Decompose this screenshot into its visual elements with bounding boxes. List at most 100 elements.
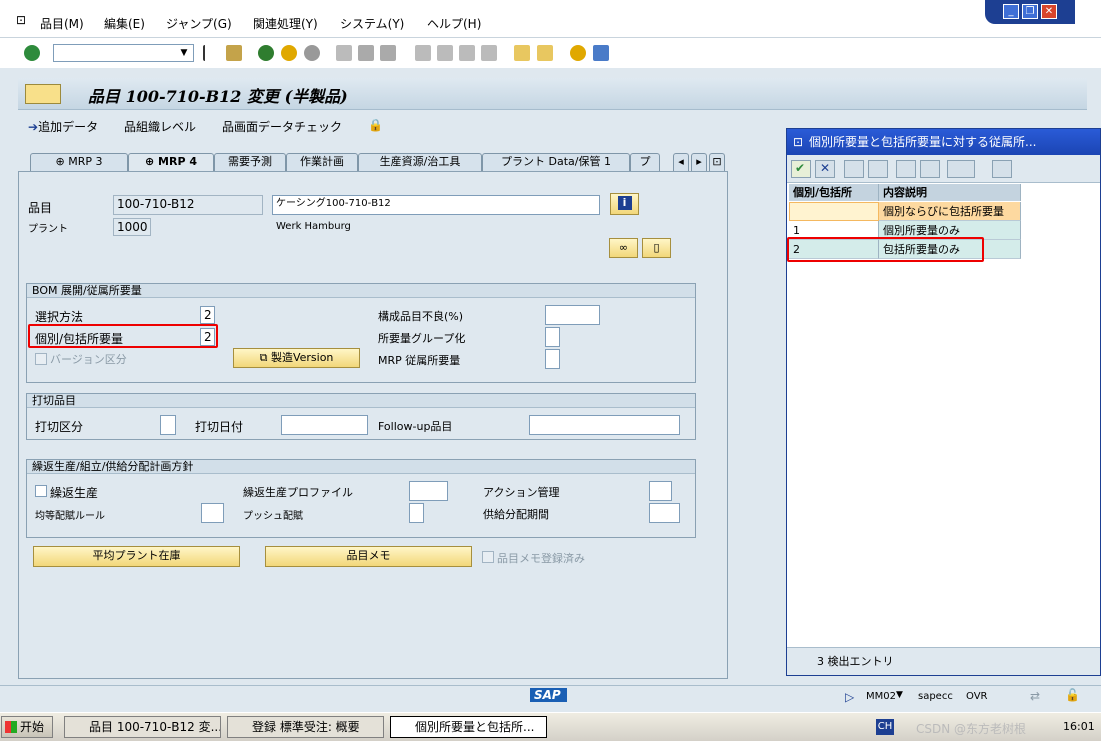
menu-material[interactable]: 品目(M) bbox=[40, 15, 84, 32]
command-field[interactable]: ▼ bbox=[53, 44, 194, 62]
tab-prt[interactable]: 生産資源/治工具 bbox=[358, 153, 482, 171]
additional-data-button[interactable]: ➔追加データ bbox=[28, 118, 98, 135]
window-icon[interactable]: ⊡ bbox=[16, 13, 26, 27]
repetitive-group-title: 繰返生産/組立/供給分配計画方針 bbox=[27, 460, 695, 474]
material-memo-button[interactable]: 品目メモ bbox=[265, 546, 472, 567]
selection-method-field[interactable]: 2 bbox=[200, 306, 215, 324]
memo-exists-label: 品目メモ登録済み bbox=[497, 552, 585, 565]
fair-share-field[interactable] bbox=[201, 503, 224, 523]
menu-system[interactable]: システム(Y) bbox=[340, 15, 404, 32]
push-distribution-label: プッシュ配賦 bbox=[243, 511, 303, 522]
highlight-box bbox=[787, 237, 984, 262]
taskbar-item-popup[interactable]: 個別所要量と包括所... bbox=[390, 716, 547, 738]
repetitive-checkbox[interactable] bbox=[35, 485, 47, 497]
tab-list-icon[interactable]: ⊡ bbox=[709, 153, 725, 171]
clock: 16:01 bbox=[1063, 720, 1095, 733]
requirements-group-field[interactable] bbox=[545, 327, 560, 347]
layout-icon[interactable] bbox=[593, 45, 609, 61]
print-icon[interactable] bbox=[336, 45, 352, 61]
menu-help[interactable]: ヘルプ(H) bbox=[427, 15, 481, 32]
version-checkbox[interactable] bbox=[35, 353, 47, 365]
language-indicator[interactable]: CH bbox=[876, 719, 894, 735]
status-bar: SAP ▷ MM02 ▼ sapecc OVR ⇄ 🔓 bbox=[0, 685, 1101, 709]
memo-exists-checkbox bbox=[482, 551, 494, 563]
previous-page-icon[interactable] bbox=[437, 45, 453, 61]
tab-scroll-right-icon[interactable]: ▸ bbox=[691, 153, 707, 171]
tab-plant-data[interactable]: プラント Data/保管 1 bbox=[482, 153, 630, 171]
tab-mrp4[interactable]: ⊕ MRP 4 bbox=[128, 153, 214, 171]
help-icon[interactable] bbox=[920, 160, 940, 178]
push-distribution-field[interactable] bbox=[409, 503, 424, 523]
cancel-icon[interactable]: ✕ bbox=[815, 160, 835, 178]
column-header-key[interactable]: 個別/包括所 bbox=[789, 184, 879, 201]
back-arrow-icon[interactable] bbox=[203, 45, 213, 61]
find-icon[interactable] bbox=[844, 160, 864, 178]
restore-button[interactable]: ❐ bbox=[1022, 4, 1038, 19]
help-icon[interactable] bbox=[570, 45, 586, 61]
screen-title-bar: 品目 100-710-B12 変更 (半製品) bbox=[18, 78, 1087, 110]
lock-icon[interactable]: 🔒 bbox=[368, 118, 383, 132]
tab-icon: ⊕ bbox=[55, 155, 69, 168]
document-button[interactable]: ▯ bbox=[642, 238, 671, 258]
last-page-icon[interactable] bbox=[481, 45, 497, 61]
personalize-icon[interactable] bbox=[992, 160, 1012, 178]
rem-profile-field[interactable] bbox=[409, 481, 448, 501]
tab-mrp3[interactable]: ⊕ MRP 3 bbox=[30, 153, 128, 171]
info-button[interactable]: i bbox=[610, 193, 639, 215]
tab-forecast[interactable]: 需要予測 bbox=[214, 153, 286, 171]
transaction-code: MM02 bbox=[866, 691, 896, 702]
chevron-down-icon[interactable]: ▼ bbox=[177, 46, 191, 60]
deployment-horizon-field[interactable] bbox=[649, 503, 680, 523]
list-item-description[interactable]: 個別ならびに包括所要量 bbox=[879, 202, 1021, 221]
column-header-description[interactable]: 内容説明 bbox=[879, 184, 1021, 201]
mrp-dependent-field[interactable] bbox=[545, 349, 560, 369]
tab-scroll-left-icon[interactable]: ◂ bbox=[673, 153, 689, 171]
popup-status: 3 検出エントリ bbox=[787, 647, 1100, 675]
cancel-icon[interactable] bbox=[304, 45, 320, 61]
new-session-icon[interactable] bbox=[514, 45, 530, 61]
check-screen-data-button[interactable]: 品画面データチェック bbox=[222, 118, 342, 135]
highlight-box bbox=[28, 324, 218, 348]
print-icon[interactable] bbox=[947, 160, 975, 178]
discontinuation-indicator-field[interactable] bbox=[160, 415, 176, 435]
menu-goto[interactable]: ジャンプ(G) bbox=[166, 15, 232, 32]
menu-edit[interactable]: 編集(E) bbox=[104, 15, 145, 32]
find-next-icon[interactable] bbox=[868, 160, 888, 178]
connection-icon: ⇄ bbox=[1030, 689, 1041, 703]
find-icon[interactable] bbox=[358, 45, 374, 61]
taskbar-item-material[interactable]: 品目 100-710-B12 変... bbox=[64, 716, 221, 738]
save-icon[interactable] bbox=[226, 45, 242, 61]
chevron-down-icon[interactable]: ▼ bbox=[896, 690, 903, 700]
average-plant-stock-button[interactable]: 平均プラント在庫 bbox=[33, 546, 240, 567]
discontinuation-date-field[interactable] bbox=[281, 415, 368, 435]
exit-icon[interactable] bbox=[281, 45, 297, 61]
display-change-icon[interactable] bbox=[25, 84, 61, 104]
find-next-icon[interactable] bbox=[380, 45, 396, 61]
confirm-icon[interactable]: ✔ bbox=[791, 160, 811, 178]
scrap-field[interactable] bbox=[545, 305, 600, 325]
taskbar-item-sales-order[interactable]: 登録 標準受注: 概要 bbox=[227, 716, 384, 738]
sort-icon[interactable] bbox=[896, 160, 916, 178]
play-icon[interactable]: ▷ bbox=[845, 690, 854, 704]
tab-more[interactable]: プ bbox=[630, 153, 660, 171]
material-description[interactable]: ケーシング100-710-B12 bbox=[272, 195, 600, 215]
menu-extras[interactable]: 関連処理(Y) bbox=[253, 15, 318, 32]
watermark: CSDN @东方老树根 bbox=[916, 722, 1027, 736]
glasses-button[interactable]: ∞ bbox=[609, 238, 638, 258]
enter-icon[interactable] bbox=[24, 45, 40, 61]
minimize-button[interactable]: _ bbox=[1003, 4, 1019, 19]
followup-field[interactable] bbox=[529, 415, 680, 435]
list-item-key[interactable] bbox=[789, 202, 879, 221]
requirements-group-label: 所要量グループ化 bbox=[378, 332, 466, 345]
shortcut-icon[interactable] bbox=[537, 45, 553, 61]
start-button[interactable]: 开始 bbox=[1, 716, 53, 738]
first-page-icon[interactable] bbox=[415, 45, 431, 61]
back-icon[interactable] bbox=[258, 45, 274, 61]
production-version-button[interactable]: ⧉ 製造Version bbox=[233, 348, 360, 368]
close-button[interactable]: ✕ bbox=[1041, 4, 1057, 19]
next-page-icon[interactable] bbox=[459, 45, 475, 61]
tab-work-scheduling[interactable]: 作業計画 bbox=[286, 153, 358, 171]
org-levels-button[interactable]: 品組織レベル bbox=[124, 118, 196, 135]
action-control-field[interactable] bbox=[649, 481, 672, 501]
f4-help-popup: ⊡ 個別所要量と包括所要量に対する従属所... ✔ ✕ 個別/包括所 内容説明 個… bbox=[786, 128, 1101, 676]
